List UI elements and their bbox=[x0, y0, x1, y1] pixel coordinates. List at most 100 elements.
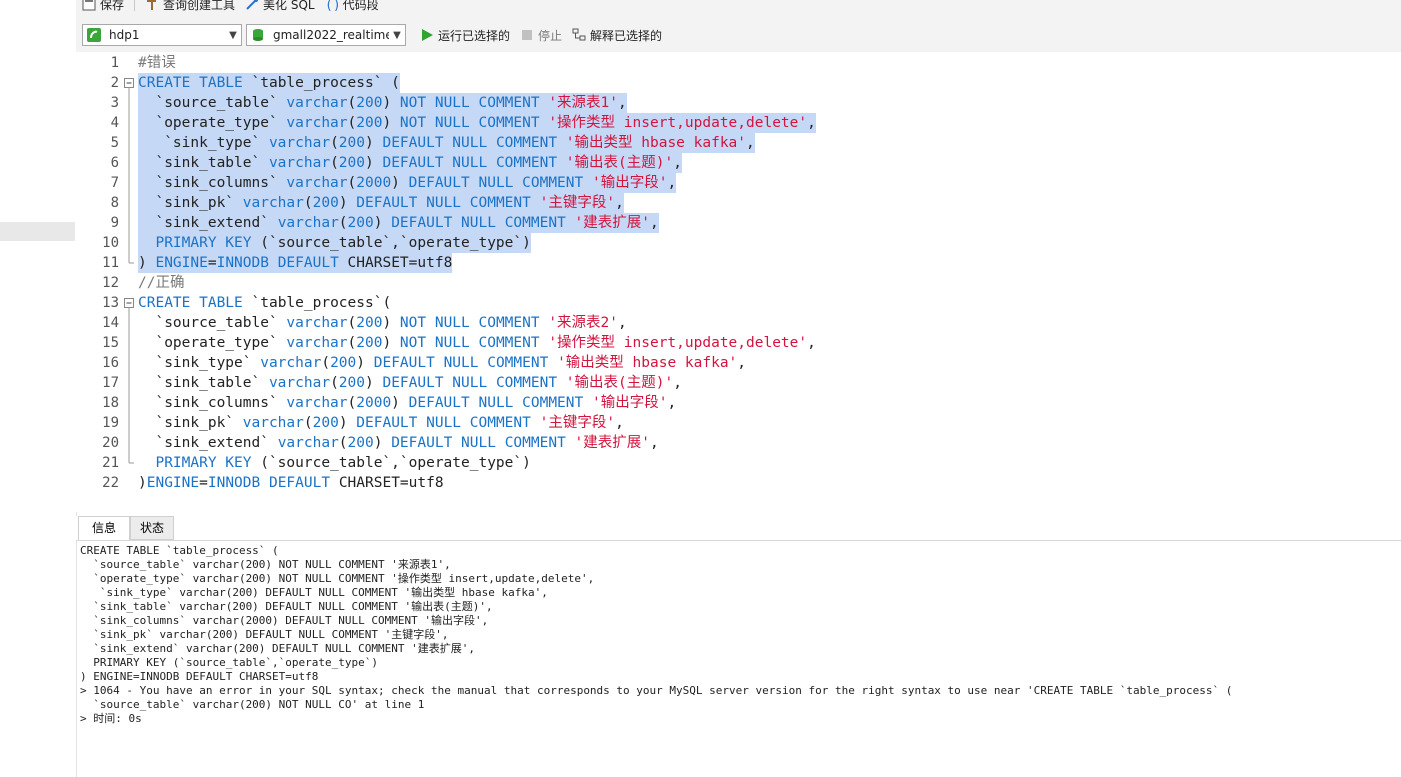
code-token: '操作类型 insert,update,delete' bbox=[548, 335, 808, 351]
svg-text:(): () bbox=[325, 0, 339, 11]
code-token: ) bbox=[373, 215, 392, 231]
code-token: 2000 bbox=[356, 175, 392, 191]
code-token: varchar bbox=[277, 215, 339, 231]
code-token: 200 bbox=[338, 375, 365, 391]
code-token: varchar bbox=[286, 335, 348, 351]
chevron-down-icon: ▼ bbox=[229, 29, 237, 41]
result-tabs: 信息 状态 bbox=[76, 516, 1401, 541]
toolbar-row-bottom: hdp1 ▼ gmall2022_realtime ▼ 运行已选择的 停止 解释… bbox=[82, 23, 662, 47]
toolbar-row-top: 保存 查询创建工具 美化 SQL () 代码段 bbox=[82, 0, 389, 12]
query-builder-button[interactable]: 查询创建工具 bbox=[145, 0, 235, 13]
line-number: 7 bbox=[110, 175, 119, 191]
code-token: '建表扩展' bbox=[574, 435, 650, 451]
code-token: , bbox=[667, 175, 677, 191]
code-token: varchar bbox=[242, 195, 304, 211]
line-number: 8 bbox=[110, 195, 119, 211]
sql-editor[interactable]: 1 #错误 2 CREATE TABLE `table_process` (3 `so… bbox=[76, 52, 1401, 512]
run-selected-button[interactable]: 运行已选择的 bbox=[420, 27, 510, 44]
code-token: varchar bbox=[286, 95, 348, 111]
code-token: '输出表(主题)' bbox=[565, 375, 674, 391]
explain-selected-label: 解释已选择的 bbox=[590, 28, 663, 43]
code-token: DEFAULT NULL COMMENT bbox=[391, 435, 575, 451]
explain-icon bbox=[572, 28, 586, 41]
tab-status[interactable]: 状态 bbox=[130, 516, 174, 540]
code-token: ( bbox=[338, 435, 348, 451]
code-snippet-button[interactable]: () 代码段 bbox=[325, 0, 379, 13]
fold-toggle-icon[interactable] bbox=[123, 73, 135, 93]
line-number: 9 bbox=[110, 215, 119, 231]
stop-button[interactable]: 停止 bbox=[520, 27, 562, 44]
connection-icon bbox=[87, 28, 101, 42]
beautify-sql-button[interactable]: 美化 SQL bbox=[245, 0, 315, 13]
code-token: ENGINE bbox=[155, 255, 208, 271]
code-token: `table_process` ( bbox=[251, 75, 400, 91]
fold-guide bbox=[128, 213, 130, 233]
code-token: CREATE TABLE bbox=[138, 75, 252, 91]
code-token: CREATE TABLE bbox=[138, 295, 252, 311]
code-token: `table_process`( bbox=[251, 295, 392, 311]
code-token: ) bbox=[382, 115, 400, 131]
code-token: `sink_columns` bbox=[138, 175, 287, 191]
code-token: ( bbox=[330, 155, 339, 171]
code-text: `sink_type` varchar(200) DEFAULT NULL CO… bbox=[138, 133, 755, 153]
code-token: varchar bbox=[286, 115, 348, 131]
code-token: varchar bbox=[268, 155, 331, 171]
code-token: `sink_pk` bbox=[138, 195, 243, 211]
code-token: NOT NULL COMMENT bbox=[399, 115, 549, 131]
line-number: 11 bbox=[102, 255, 119, 271]
code-text: `sink_table` varchar(200) DEFAULT NULL C… bbox=[138, 153, 682, 173]
code-token: '来源表2' bbox=[548, 315, 619, 331]
output-line: `sink_type` varchar(200) DEFAULT NULL CO… bbox=[80, 586, 548, 599]
connection-select[interactable]: hdp1 ▼ bbox=[82, 24, 242, 46]
code-token: DEFAULT NULL COMMENT bbox=[408, 395, 592, 411]
code-token: PRIMARY KEY bbox=[138, 235, 261, 251]
chevron-down-icon: ▼ bbox=[393, 29, 401, 41]
fold-toggle-icon[interactable] bbox=[123, 293, 135, 313]
code-text: //正确 bbox=[138, 273, 184, 293]
toolbar: 保存 查询创建工具 美化 SQL () 代码段 hdp1 ▼ gmall2022… bbox=[76, 0, 1401, 53]
fold-guide bbox=[128, 173, 130, 193]
code-token: NOT NULL COMMENT bbox=[399, 95, 549, 111]
code-token: = bbox=[199, 475, 208, 491]
code-token: 200 bbox=[338, 135, 365, 151]
code-text: PRIMARY KEY (`source_table`,`operate_typ… bbox=[138, 233, 531, 253]
code-token: , bbox=[673, 155, 682, 171]
code-text: `sink_extend` varchar(200) DEFAULT NULL … bbox=[138, 433, 658, 453]
code-token: `sink_extend` bbox=[138, 435, 278, 451]
connection-value: hdp1 bbox=[109, 28, 140, 42]
code-text: CREATE TABLE `table_process`( bbox=[138, 293, 391, 313]
fold-guide bbox=[128, 153, 130, 173]
magic-wand-icon bbox=[246, 0, 259, 10]
save-label: 保存 bbox=[100, 0, 125, 12]
code-token: ) bbox=[382, 315, 400, 331]
fold-guide bbox=[128, 453, 134, 464]
save-button[interactable]: 保存 bbox=[82, 0, 124, 13]
fold-guide bbox=[128, 93, 130, 113]
beautify-sql-label: 美化 SQL bbox=[263, 0, 315, 12]
code-token: , bbox=[667, 395, 677, 411]
code-text: CREATE TABLE `table_process` ( bbox=[138, 73, 400, 93]
fold-guide bbox=[128, 233, 130, 253]
fold-guide bbox=[128, 193, 130, 213]
code-token: 200 bbox=[312, 415, 339, 431]
code-text: `source_table` varchar(200) NOT NULL COM… bbox=[138, 313, 626, 333]
code-token: DEFAULT NULL COMMENT bbox=[382, 375, 566, 391]
code-token: ( bbox=[303, 415, 313, 431]
code-token: , bbox=[650, 215, 659, 231]
code-token: 200 bbox=[356, 315, 383, 331]
left-panel-selected-row[interactable] bbox=[0, 222, 75, 241]
code-text: `sink_extend` varchar(200) DEFAULT NULL … bbox=[138, 213, 659, 233]
toolbar-divider bbox=[134, 0, 136, 11]
explain-selected-button[interactable]: 解释已选择的 bbox=[572, 27, 662, 44]
database-select[interactable]: gmall2022_realtime ▼ bbox=[246, 24, 406, 46]
code-token: INNODB DEFAULT bbox=[216, 255, 348, 271]
tab-info[interactable]: 信息 bbox=[78, 516, 130, 540]
fold-guide bbox=[128, 133, 130, 153]
code-token: , bbox=[618, 95, 627, 111]
line-number: 19 bbox=[102, 415, 119, 431]
stop-icon bbox=[522, 30, 533, 40]
code-token: ) bbox=[382, 95, 400, 111]
code-token: ( bbox=[338, 215, 348, 231]
code-token: INNODB DEFAULT bbox=[207, 475, 339, 491]
left-panel bbox=[0, 0, 77, 777]
